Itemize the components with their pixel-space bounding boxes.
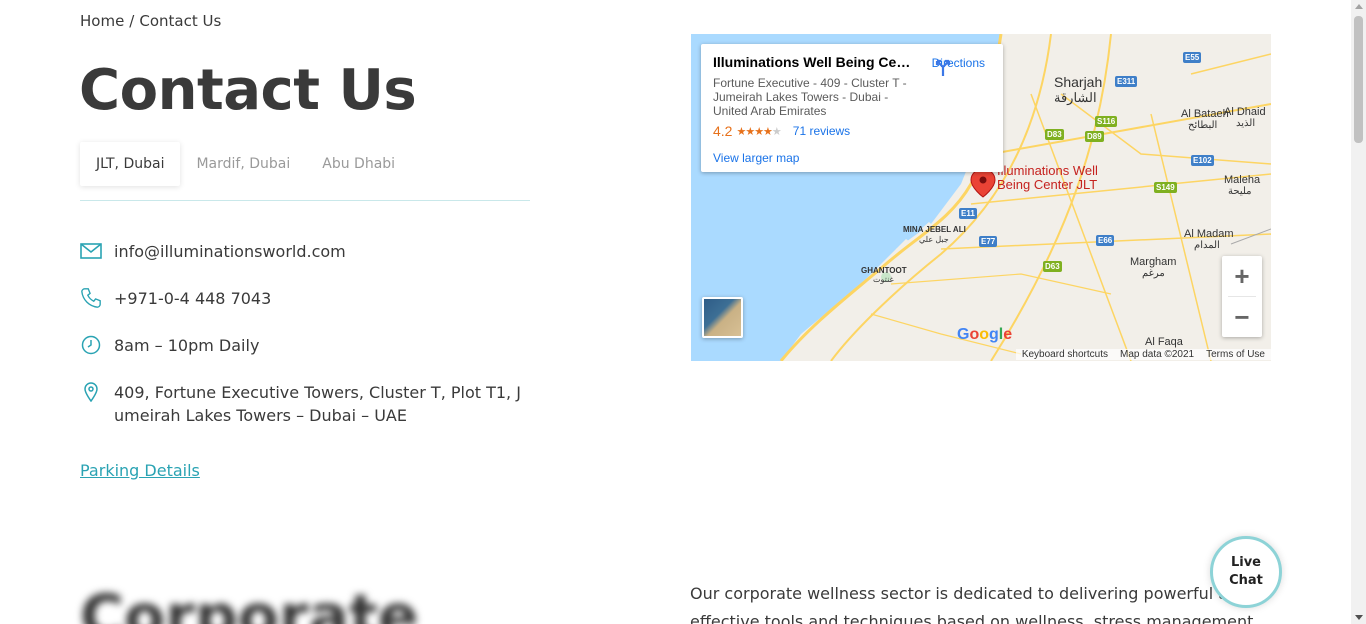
section-body: Our corporate wellness sector is dedicat… bbox=[690, 584, 1254, 624]
map-label-ghantoot-ar: غنتوت bbox=[873, 275, 894, 284]
email-value[interactable]: info@illuminationsworld.com bbox=[114, 240, 529, 263]
breadcrumb-separator: / bbox=[129, 12, 135, 30]
view-larger-map-link[interactable]: View larger map bbox=[713, 151, 991, 165]
road-shield-d83: D83 bbox=[1045, 129, 1064, 140]
section-heading: Corporate bbox=[80, 582, 419, 624]
marker-label: Illuminations Well Being Center JLT bbox=[997, 163, 1098, 192]
map-footer: Keyboard shortcuts Map data ©2021 Terms … bbox=[1015, 347, 1271, 361]
live-chat-button[interactable]: Live Chat bbox=[1210, 536, 1282, 608]
zoom-in-button[interactable]: + bbox=[1222, 256, 1262, 296]
map-label-mina-jebel-ali: MINA JEBEL ALI bbox=[903, 225, 966, 234]
google-map[interactable]: Sharjah الشارقة Al Bataeh البطائح Al Dha… bbox=[691, 34, 1271, 361]
road-shield-e11: E11 bbox=[959, 208, 977, 219]
road-shield-e311: E311 bbox=[1115, 76, 1138, 87]
scroll-down-arrow-icon[interactable] bbox=[1355, 615, 1363, 620]
terms-of-use-link[interactable]: Terms of Use bbox=[1200, 348, 1271, 360]
road-shield-e55: E55 bbox=[1183, 52, 1202, 63]
road-shield-d63: D63 bbox=[1043, 261, 1062, 272]
directions-button[interactable]: Directions bbox=[932, 56, 985, 76]
phone-icon bbox=[80, 287, 102, 309]
map-label-maleha: Maleha bbox=[1224, 174, 1261, 186]
road-shield-e77: E77 bbox=[979, 236, 998, 247]
page-scrollbar[interactable] bbox=[1351, 0, 1366, 624]
reviews-link[interactable]: 71 reviews bbox=[793, 124, 850, 138]
road-shield-s149: S149 bbox=[1154, 182, 1177, 193]
place-name: Illuminations Well Being Cent... bbox=[713, 54, 913, 70]
clock-icon bbox=[80, 334, 102, 356]
breadcrumb-home-link[interactable]: Home bbox=[80, 12, 124, 30]
address-row: 409, Fortune Executive Towers, Cluster T… bbox=[80, 381, 529, 427]
satellite-layer-toggle[interactable] bbox=[702, 297, 743, 338]
breadcrumb-current: Contact Us bbox=[139, 12, 222, 30]
map-label-mina-jebel-ali-ar: جبل علي bbox=[919, 235, 949, 244]
map-label-margham: Margham bbox=[1130, 256, 1177, 268]
location-tabs: JLT, Dubai Mardif, Dubai Abu Dhabi bbox=[80, 142, 530, 201]
tab-mardif-dubai[interactable]: Mardif, Dubai bbox=[180, 142, 306, 186]
map-label-al-bataeh-ar: البطائح bbox=[1188, 120, 1218, 131]
zoom-control: + − bbox=[1222, 256, 1262, 337]
scrollbar-thumb[interactable] bbox=[1354, 16, 1363, 143]
tab-jlt-dubai[interactable]: JLT, Dubai bbox=[80, 142, 181, 186]
map-label-ghantoot: GHANTOOT bbox=[861, 266, 907, 275]
directions-icon bbox=[935, 59, 950, 76]
breadcrumb: Home / Contact Us bbox=[80, 12, 221, 30]
map-data-attribution: Map data ©2021 bbox=[1114, 348, 1201, 360]
email-row: info@illuminationsworld.com bbox=[80, 240, 529, 263]
page-title: Contact Us bbox=[79, 58, 417, 123]
road-shield-d89: D89 bbox=[1085, 131, 1104, 142]
road-shield-s116: S116 bbox=[1095, 116, 1118, 127]
star-rating-icon: ★★★★★ bbox=[736, 125, 781, 138]
keyboard-shortcuts-link[interactable]: Keyboard shortcuts bbox=[1015, 348, 1114, 360]
phone-value[interactable]: +971-0-4 448 7043 bbox=[114, 287, 529, 310]
map-label-sharjah-ar: الشارقة bbox=[1054, 90, 1097, 105]
rating-value: 4.2 bbox=[713, 123, 733, 139]
map-label-al-bataeh: Al Bataeh bbox=[1181, 108, 1229, 120]
zoom-out-button[interactable]: − bbox=[1222, 297, 1262, 337]
road-shield-e66: E66 bbox=[1096, 235, 1115, 246]
road-shield-e102: E102 bbox=[1191, 155, 1214, 166]
map-label-sharjah: Sharjah bbox=[1054, 74, 1103, 90]
map-label-margham-ar: مرغم bbox=[1142, 268, 1165, 279]
scroll-up-arrow-icon[interactable] bbox=[1355, 4, 1363, 9]
phone-row: +971-0-4 448 7043 bbox=[80, 287, 529, 310]
parking-details-link[interactable]: Parking Details bbox=[80, 461, 200, 480]
map-label-al-dhaid-ar: الذيد bbox=[1236, 118, 1256, 129]
mail-icon bbox=[80, 240, 102, 262]
place-address: Fortune Executive - 409 - Cluster T - Ju… bbox=[713, 76, 907, 118]
hours-value: 8am – 10pm Daily bbox=[114, 336, 260, 355]
place-info-card: Illuminations Well Being Cent... Fortune… bbox=[701, 44, 1003, 172]
google-logo: Google bbox=[957, 326, 1013, 343]
rating-row: 4.2 ★★★★★ 71 reviews bbox=[713, 123, 991, 139]
map-label-al-madam: Al Madam bbox=[1184, 228, 1234, 240]
map-label-al-madam-ar: المدام bbox=[1194, 240, 1220, 251]
tab-abu-dhabi[interactable]: Abu Dhabi bbox=[306, 142, 411, 186]
address-value: 409, Fortune Executive Towers, Cluster T… bbox=[114, 383, 521, 425]
map-label-al-dhaid: Al Dhaid bbox=[1224, 106, 1266, 118]
map-label-maleha-ar: مليحة bbox=[1228, 186, 1252, 197]
location-pin-icon bbox=[80, 381, 102, 403]
hours-row: 8am – 10pm Daily bbox=[80, 334, 529, 357]
